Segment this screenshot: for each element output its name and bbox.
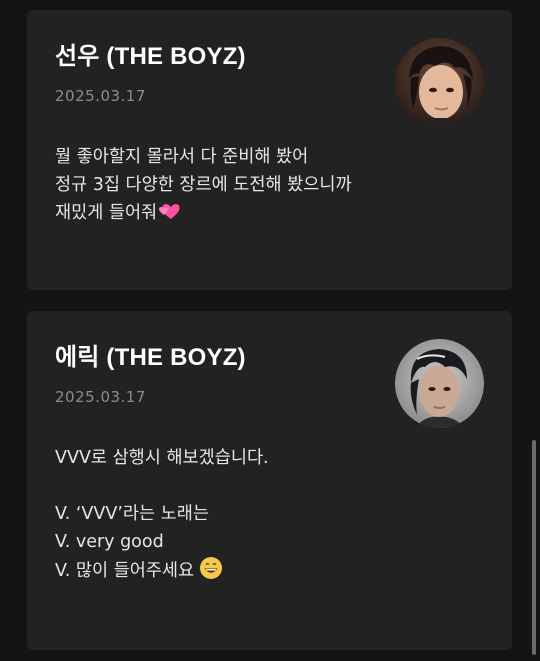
post-body: VVV로 삼행시 해보겠습니다. V. ‘VVV’라는 노래는 V. very … xyxy=(55,444,484,589)
two-hearts-icon xyxy=(158,201,180,230)
grinning-face-icon xyxy=(199,556,223,589)
profile-photo-icon xyxy=(395,339,484,428)
post-line-text: 재밌게 들어줘 xyxy=(55,203,158,223)
post-line: V. ‘VVV’라는 노래는 xyxy=(55,504,209,524)
scrollbar[interactable] xyxy=(532,440,536,655)
post-card[interactable]: 에릭 (THE BOYZ) 2025.03.17 VVV로 삼행시 해보겠습니다… xyxy=(27,311,512,650)
post-line: V. very good xyxy=(55,532,164,552)
post-line: 재밌게 들어줘 xyxy=(55,199,484,230)
post-line: 뭘 좋아할지 몰라서 다 준비해 봤어 xyxy=(55,147,309,167)
avatar[interactable] xyxy=(395,38,484,127)
avatar[interactable] xyxy=(395,339,484,428)
post-line: V. 많이 들어주세요 xyxy=(55,556,484,589)
post-line-text: V. 많이 들어주세요 xyxy=(55,561,195,581)
post-card[interactable]: 선우 (THE BOYZ) 2025.03.17 뭘 좋아할지 몰라서 다 준비… xyxy=(27,10,512,290)
profile-photo-icon xyxy=(395,38,484,127)
post-line: VVV로 삼행시 해보겠습니다. xyxy=(55,448,269,468)
post-feed[interactable]: 선우 (THE BOYZ) 2025.03.17 뭘 좋아할지 몰라서 다 준비… xyxy=(0,0,540,661)
post-body: 뭘 좋아할지 몰라서 다 준비해 봤어 정규 3집 다양한 장르에 도전해 봤으… xyxy=(55,143,484,230)
post-line: 정규 3집 다양한 장르에 도전해 봤으니까 xyxy=(55,175,352,195)
post-line xyxy=(55,472,484,500)
